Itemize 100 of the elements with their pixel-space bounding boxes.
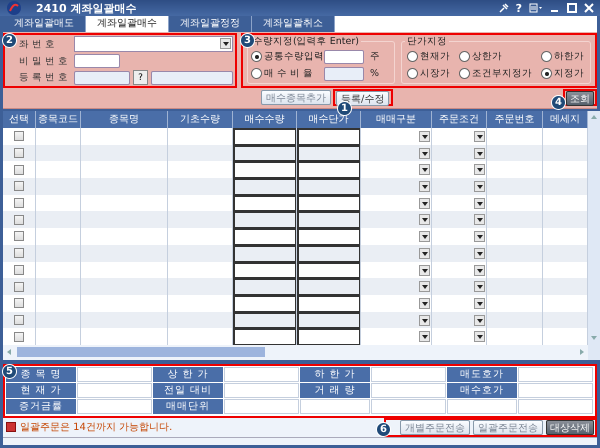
step-badge: 4 <box>551 95 566 110</box>
radio-button[interactable] <box>541 51 552 62</box>
unit-label: % <box>370 68 380 79</box>
price-input[interactable] <box>297 128 360 145</box>
radio-button[interactable] <box>541 68 552 79</box>
info-label: 전일 대비 <box>153 382 223 398</box>
quantity-input[interactable] <box>233 194 296 212</box>
radio-button[interactable] <box>407 68 418 79</box>
price-input[interactable] <box>297 278 360 295</box>
info-value <box>447 398 517 414</box>
info-label: 현 재 가 <box>6 382 76 398</box>
info-label: 매매단위 <box>153 398 223 414</box>
quantity-input[interactable] <box>233 211 296 228</box>
radio-label: 현재가 <box>420 50 450 63</box>
price-input[interactable] <box>297 211 360 228</box>
info-label: 상 한 가 <box>153 366 223 382</box>
maximize-icon[interactable] <box>567 3 577 13</box>
close-icon[interactable] <box>584 3 594 13</box>
order-button[interactable]: 일괄주문전송 <box>473 420 543 435</box>
notice-icon <box>6 422 16 432</box>
register-name-field[interactable] <box>151 70 233 84</box>
price-input[interactable] <box>297 178 360 195</box>
price-input[interactable] <box>297 294 360 312</box>
price-input[interactable] <box>297 262 360 278</box>
checkbox[interactable] <box>14 248 24 258</box>
checkbox[interactable] <box>14 198 24 208</box>
field-label: 좌 번 호 <box>19 38 56 50</box>
radio-label: 지정가 <box>554 67 584 80</box>
help-button[interactable]: ? <box>516 2 522 14</box>
quantity-input[interactable] <box>233 161 296 178</box>
radio-label: 조건부지정가 <box>472 67 532 80</box>
notice-text: 일괄주문은 14건까지 가능합니다. <box>20 421 172 434</box>
step-badge: 3 <box>240 33 255 48</box>
register-number-field[interactable] <box>74 70 130 84</box>
info-label: 증거금률 <box>6 398 76 414</box>
horizontal-scrollbar[interactable] <box>3 344 588 360</box>
checkbox[interactable] <box>14 264 24 275</box>
quantity-input[interactable] <box>233 278 296 295</box>
window-title: 2410 계좌일괄매수 <box>36 0 136 16</box>
add-stock-button[interactable]: 매수종목추가 <box>261 90 331 105</box>
quantity-input[interactable] <box>233 312 296 328</box>
checkbox[interactable] <box>14 314 24 325</box>
query-button[interactable]: 조회 <box>566 91 594 106</box>
column-header: 매수수량 <box>233 111 297 128</box>
quantity-input[interactable] <box>233 228 296 245</box>
radio-button[interactable] <box>407 51 418 62</box>
radio-label: 상한가 <box>472 50 502 63</box>
tab[interactable]: 계좌일괄정정 <box>169 16 252 32</box>
info-label: 거 래 량 <box>300 382 370 398</box>
checkbox[interactable] <box>14 148 24 158</box>
order-button[interactable]: 대상삭제 <box>546 420 594 435</box>
tab[interactable]: 계좌일괄취소 <box>252 16 335 32</box>
unit-label: 주 <box>370 50 380 63</box>
checkbox[interactable] <box>14 231 24 242</box>
quantity-input[interactable] <box>233 128 296 145</box>
lookup-button[interactable]: ? <box>133 70 148 85</box>
menu-icon[interactable] <box>529 3 543 13</box>
checkbox[interactable] <box>14 332 24 342</box>
group-title: 단가지정 <box>406 35 448 48</box>
radio-button[interactable] <box>251 68 262 79</box>
price-input[interactable] <box>297 144 360 162</box>
field-label: 비 밀 번 호 <box>19 54 70 68</box>
checkbox[interactable] <box>14 164 24 175</box>
price-input[interactable] <box>297 244 360 262</box>
radio-label: 매 수 비 율 <box>264 67 314 80</box>
info-label: 매도호가 <box>447 366 517 382</box>
price-input[interactable] <box>297 312 360 328</box>
checkbox[interactable] <box>14 214 24 225</box>
step-badge: 6 <box>376 422 391 437</box>
radio-button[interactable] <box>459 68 470 79</box>
step-badge: 5 <box>2 364 17 379</box>
radio-button[interactable] <box>459 51 470 62</box>
quantity-input[interactable] <box>233 262 296 278</box>
price-input[interactable] <box>297 194 360 212</box>
quantity-input[interactable] <box>233 144 296 162</box>
price-input[interactable] <box>297 161 360 178</box>
quantity-input[interactable] <box>233 244 296 262</box>
pin-icon[interactable] <box>498 3 509 13</box>
checkbox[interactable] <box>14 298 24 308</box>
account-dropdown[interactable] <box>74 36 233 52</box>
order-button[interactable]: 개별주문전송 <box>400 420 470 435</box>
radio-label: 시장가 <box>420 67 450 80</box>
radio-label: 하한가 <box>554 50 584 63</box>
tab[interactable]: 계좌일괄매도 <box>3 16 86 32</box>
quantity-input[interactable] <box>233 178 296 195</box>
password-field[interactable] <box>74 54 120 68</box>
field-label: 등 록 번 호 <box>19 71 70 84</box>
column-header: 매수단가 <box>297 111 361 128</box>
radio-button[interactable] <box>251 51 262 62</box>
scrollbar-thumb[interactable] <box>17 347 265 358</box>
checkbox[interactable] <box>14 131 24 142</box>
app-logo-icon <box>6 0 22 16</box>
quantity-input[interactable] <box>233 294 296 312</box>
info-label: 매수호가 <box>447 382 517 398</box>
quantity-field[interactable] <box>324 66 364 80</box>
quantity-field[interactable] <box>324 50 364 64</box>
price-input[interactable] <box>297 228 360 245</box>
radio-label: 공통수량입력 <box>264 50 322 63</box>
checkbox[interactable] <box>14 181 24 192</box>
checkbox[interactable] <box>14 282 24 292</box>
